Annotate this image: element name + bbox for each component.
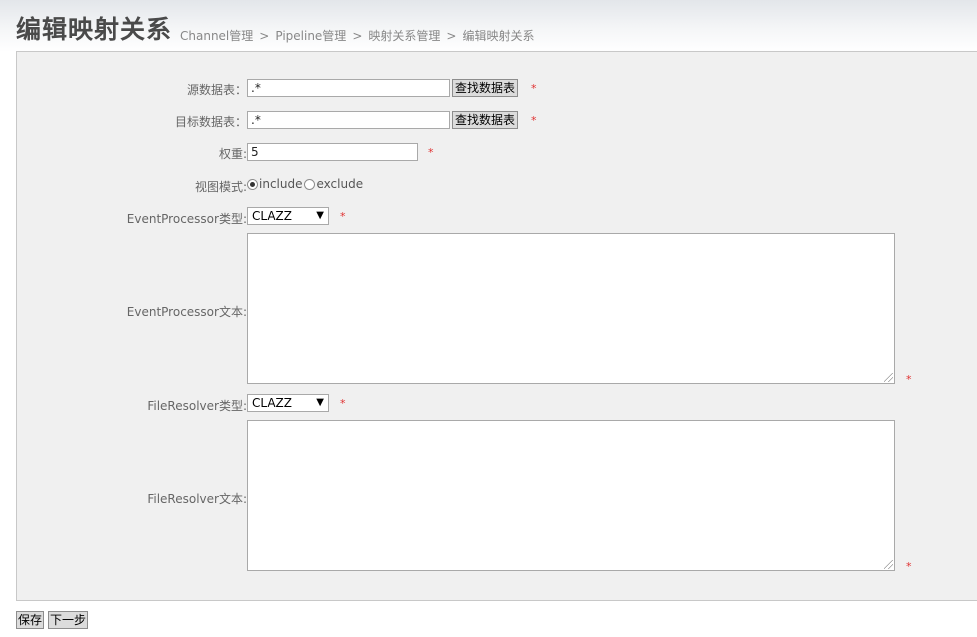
- view-mode-exclude-radio[interactable]: [304, 178, 316, 190]
- dropdown-arrow-icon: ▼: [316, 397, 324, 408]
- file-resolver-text-label: FileResolver文本:: [147, 492, 247, 506]
- required-mark: *: [531, 114, 537, 127]
- target-table-input[interactable]: [247, 111, 450, 129]
- breadcrumb: Channel管理 > Pipeline管理 > 映射关系管理 > 编辑映射关系: [180, 27, 534, 44]
- view-mode-radio-group: include exclude: [247, 177, 363, 191]
- view-mode-label: 视图模式:: [194, 180, 247, 194]
- event-processor-type-label: EventProcessor类型:: [126, 212, 247, 226]
- source-table-label: 源数据表：: [186, 83, 247, 97]
- event-processor-type-value: CLAZZ: [252, 209, 292, 223]
- event-processor-text-label: EventProcessor文本:: [126, 305, 247, 319]
- breadcrumb-separator: >: [446, 29, 457, 43]
- next-step-button[interactable]: 下一步: [48, 611, 89, 629]
- required-mark: *: [340, 210, 346, 223]
- required-mark: *: [531, 82, 537, 95]
- weight-label: 权重:: [218, 147, 247, 161]
- find-source-table-button[interactable]: 查找数据表: [452, 79, 519, 97]
- find-target-table-button[interactable]: 查找数据表: [452, 111, 519, 129]
- event-processor-type-select[interactable]: CLAZZ ▼: [247, 207, 329, 225]
- breadcrumb-pipeline-link[interactable]: Pipeline管理: [275, 29, 346, 43]
- weight-input[interactable]: [247, 143, 418, 161]
- event-processor-textarea[interactable]: [247, 233, 895, 384]
- required-mark: *: [906, 560, 912, 573]
- view-mode-exclude-label[interactable]: exclude: [316, 177, 363, 191]
- form-panel: 源数据表： 查找数据表 * 目标数据表： 查找数据表 * 权重: * 视图模式:…: [16, 51, 977, 601]
- required-mark: *: [428, 146, 434, 159]
- view-mode-include-radio[interactable]: [247, 178, 258, 190]
- dropdown-arrow-icon: ▼: [316, 210, 324, 221]
- page-title: 编辑映射关系: [16, 15, 173, 44]
- required-mark: *: [906, 373, 912, 386]
- view-mode-include-label[interactable]: include: [259, 177, 302, 191]
- resize-grip-icon[interactable]: [884, 560, 893, 569]
- top-header: 编辑映射关系 Channel管理 > Pipeline管理 > 映射关系管理 > 编辑映射关…: [0, 0, 977, 52]
- resize-grip-icon[interactable]: [884, 373, 893, 382]
- breadcrumb-separator: >: [352, 29, 363, 43]
- breadcrumb-separator: >: [259, 29, 270, 43]
- breadcrumb-current: 编辑映射关系: [462, 29, 535, 43]
- required-mark: *: [340, 397, 346, 410]
- save-button[interactable]: 保存: [16, 611, 45, 629]
- file-resolver-type-label: FileResolver类型:: [147, 399, 247, 413]
- file-resolver-type-value: CLAZZ: [252, 396, 292, 410]
- source-table-input[interactable]: [247, 79, 450, 97]
- breadcrumb-mapping-link[interactable]: 映射关系管理: [368, 29, 440, 43]
- file-resolver-textarea[interactable]: [247, 420, 895, 571]
- file-resolver-type-select[interactable]: CLAZZ ▼: [247, 394, 329, 412]
- breadcrumb-channel-link[interactable]: Channel管理: [180, 29, 253, 43]
- target-table-label: 目标数据表：: [174, 115, 247, 129]
